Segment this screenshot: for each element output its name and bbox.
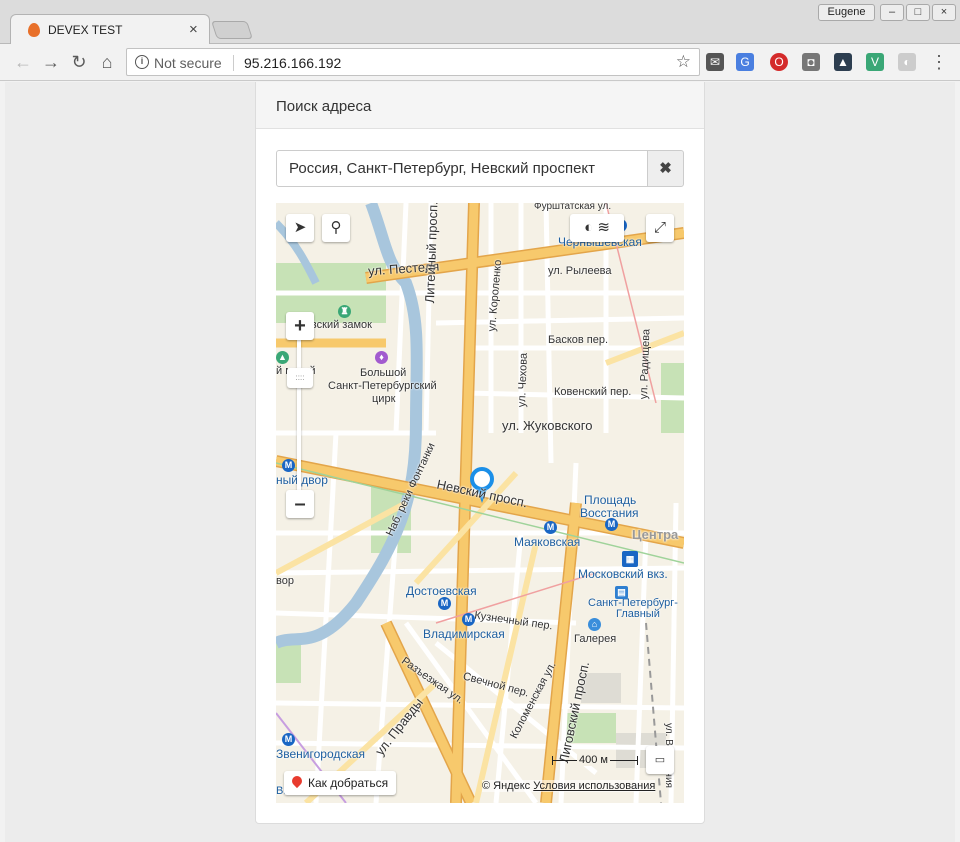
bookmark-star-icon[interactable]: ☆ (676, 52, 691, 72)
metro-station-label: Площадь (584, 493, 637, 507)
zoom-in-button[interactable]: + (286, 312, 314, 340)
browser-window: DEVEX TEST × Eugene – □ × ← → ↻ ⌂ i Not … (0, 0, 960, 842)
minimize-button[interactable]: – (880, 4, 904, 21)
metro-station-label: Достоевская (406, 584, 477, 598)
tab-title: DEVEX TEST (48, 23, 123, 37)
address-input[interactable] (276, 150, 648, 187)
tab-devex-test[interactable]: DEVEX TEST × (10, 14, 210, 45)
landmark-label: цирк (372, 393, 396, 405)
landmark-label: Большой (360, 367, 407, 379)
metro-station-label: Маяковская (514, 535, 581, 549)
terms-link[interactable]: Условия использования (533, 780, 655, 792)
train-icon[interactable]: ▤ (615, 586, 628, 599)
panel-title: Поиск адреса (276, 98, 372, 115)
street-label: ул. Рылеева (548, 265, 612, 277)
traffic-layers-button[interactable]: ◐ ≋ (570, 214, 624, 242)
panel-header: Поиск адреса (256, 82, 704, 129)
station-label: Московский вкз. (578, 567, 668, 581)
back-icon[interactable]: ← (12, 51, 34, 73)
metro-icon[interactable]: M (438, 597, 451, 610)
translate-extension-icon[interactable]: G (736, 53, 754, 71)
shopping-icon[interactable]: ⌂ (588, 618, 601, 631)
metro-icon[interactable]: M (605, 518, 618, 531)
station-label: Главный (616, 608, 660, 620)
street-label: вор (276, 575, 294, 587)
copyright-text: © Яндекс (482, 780, 531, 792)
street-label: ул. Жуковского (502, 418, 593, 433)
yandex-map[interactable]: ул. Пестеля ул. Рылеева Литейный просп. … (276, 203, 684, 803)
street-label: Фурштатская ул. (534, 203, 612, 212)
route-label: Как добраться (308, 776, 389, 790)
castle-icon[interactable]: ♜ (338, 305, 351, 318)
forward-icon[interactable]: → (40, 51, 62, 73)
street-label: Ковенский пер. (554, 386, 632, 398)
close-window-button[interactable]: × (932, 4, 956, 21)
page-body: Поиск адреса ✖ (5, 82, 955, 842)
metro-icon[interactable]: M (462, 613, 475, 626)
reload-icon[interactable]: ↻ (68, 51, 90, 73)
zoom-slider-handle[interactable]: :::: (287, 368, 313, 388)
aws-extension-icon[interactable]: ▲ (834, 53, 852, 71)
fullscreen-button[interactable]: ⤢ (646, 214, 674, 242)
maximize-button[interactable]: □ (906, 4, 930, 21)
street-label: Басков пер. (548, 334, 609, 346)
browser-toolbar: ← → ↻ ⌂ i Not secure 95.216.166.192 ☆ ✉ … (0, 44, 960, 81)
street-label: ул. Чехова (516, 352, 530, 408)
tab-close-icon[interactable]: × (189, 21, 198, 38)
geolocation-button[interactable]: ➤ (286, 214, 314, 242)
omnibox-divider (233, 55, 234, 71)
camera-extension-icon[interactable]: ◘ (802, 53, 820, 71)
train-station-icon[interactable]: ▦ (622, 551, 638, 567)
route-button[interactable]: Как добраться (284, 771, 396, 795)
profile-button[interactable]: Eugene (818, 4, 875, 21)
map-copyright: © Яндекс Условия использования (482, 780, 656, 792)
menu-icon[interactable]: ⋮ (928, 51, 950, 73)
zoom-slider-track[interactable] (297, 340, 301, 502)
home-icon[interactable]: ⌂ (96, 51, 118, 73)
museum-icon[interactable]: ▲ (276, 351, 289, 364)
metro-station-label: Владимирская (423, 627, 505, 641)
landmark-label: Галерея (574, 633, 617, 645)
info-icon[interactable]: i (135, 55, 149, 69)
security-indicator[interactable]: Not secure (154, 55, 222, 71)
url-text[interactable]: 95.216.166.192 (244, 55, 341, 71)
vue-extension-icon[interactable]: V (866, 53, 884, 71)
metro-icon[interactable]: M (544, 521, 557, 534)
park-area (276, 643, 301, 683)
ruler-button[interactable]: ▭ (646, 746, 674, 774)
envelope-extension-icon[interactable]: ✉ (706, 53, 724, 71)
metro-station-label: ный двор (276, 473, 328, 487)
landmark-label: Санкт-Петербургский (328, 380, 437, 392)
street-label: ул. Радищева (638, 328, 653, 400)
address-search-panel: Поиск адреса ✖ (255, 82, 705, 824)
district-label: Центра (632, 527, 679, 542)
metro-station-label: Звенигородская (276, 747, 366, 761)
clear-address-button[interactable]: ✖ (647, 150, 684, 187)
tab-strip: DEVEX TEST × Eugene – □ × (0, 0, 960, 45)
favicon-icon (28, 23, 40, 37)
scale-label: 400 м (577, 754, 610, 766)
new-tab-button[interactable] (211, 21, 253, 39)
route-pin-icon (289, 773, 305, 789)
circus-icon[interactable]: ♦ (375, 351, 388, 364)
railway-line (645, 622, 662, 803)
address-bar[interactable]: i Not secure 95.216.166.192 ☆ (126, 48, 700, 76)
metro-icon[interactable]: M (282, 733, 295, 746)
opera-extension-icon[interactable]: O (770, 53, 788, 71)
zoom-out-button[interactable]: – (286, 490, 314, 518)
map-search-button[interactable]: ⚲ (322, 214, 350, 242)
ghost-extension-icon[interactable]: ◐ (898, 53, 916, 71)
metro-icon[interactable]: M (282, 459, 295, 472)
